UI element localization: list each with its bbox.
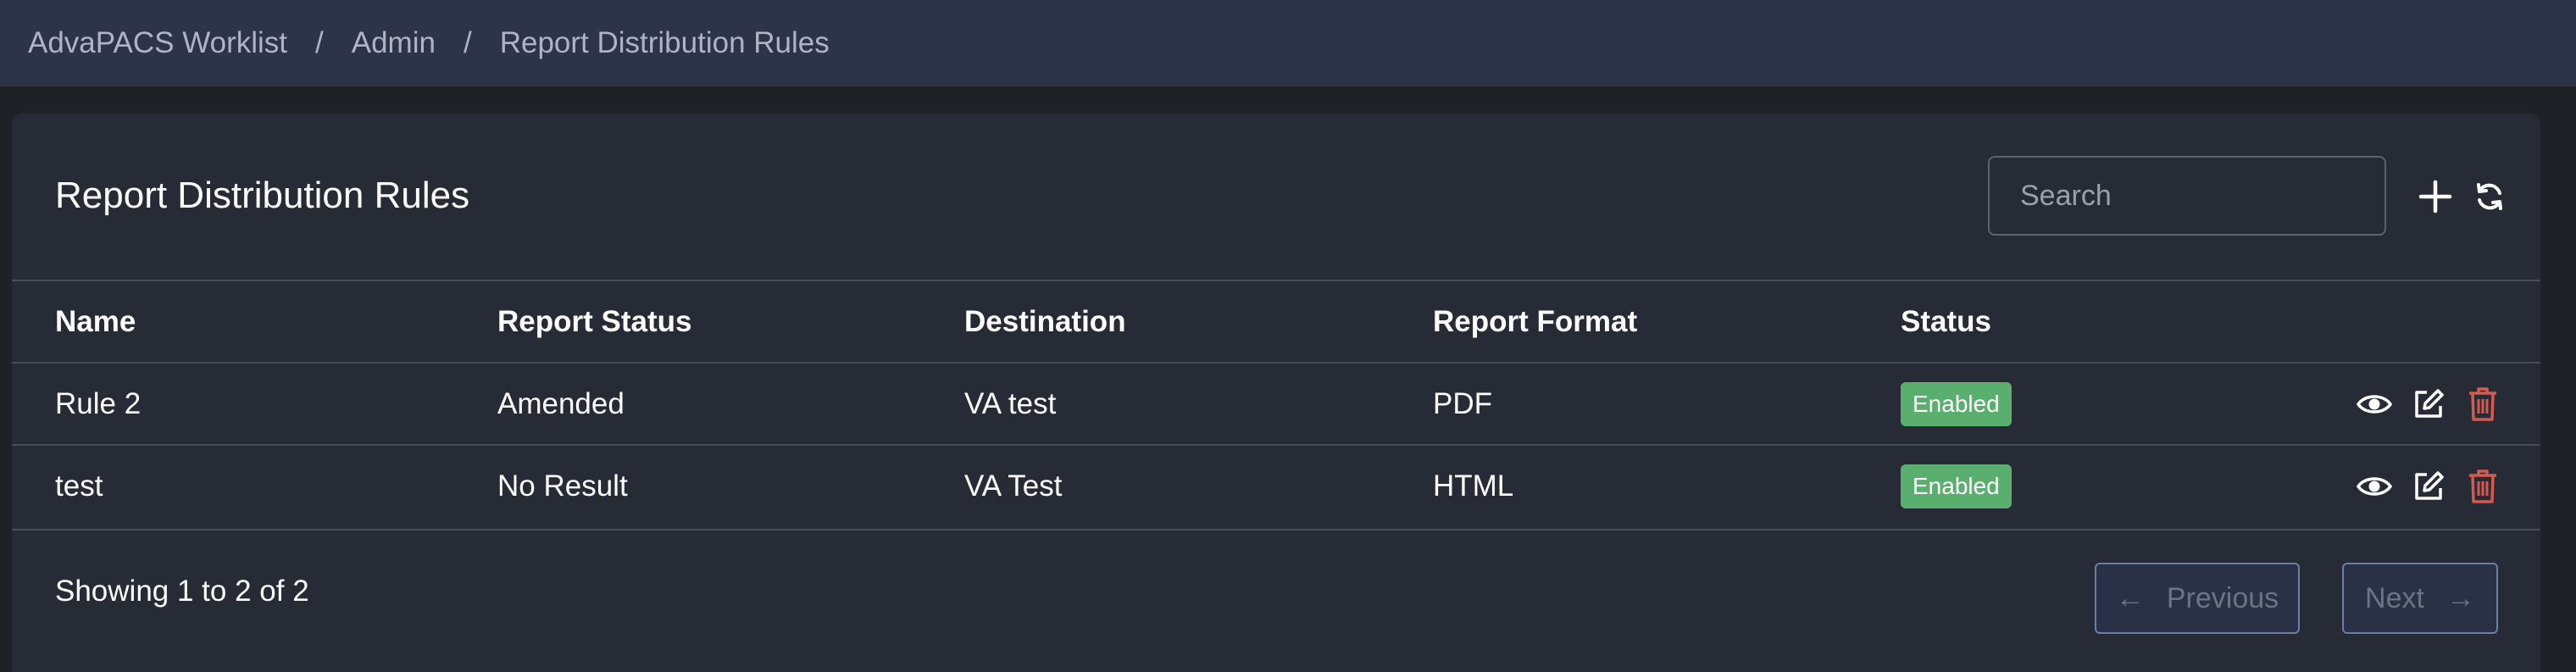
table-row[interactable]: Rule 2 Amended VA test PDF Enabled bbox=[12, 362, 2540, 444]
trash-icon bbox=[2469, 387, 2496, 421]
refresh-icon bbox=[2477, 183, 2502, 210]
trash-icon bbox=[2469, 469, 2496, 503]
arrow-right-icon: → bbox=[2446, 581, 2475, 614]
edit-icon bbox=[2415, 471, 2444, 500]
rule-name: test bbox=[55, 469, 103, 503]
view-button[interactable] bbox=[2351, 380, 2398, 428]
status-badge: Enabled bbox=[1901, 464, 2012, 508]
table-footer: Showing 1 to 2 of 2 ← Previous Next → bbox=[12, 529, 2540, 672]
delete-button[interactable] bbox=[2459, 463, 2507, 510]
rule-name: Rule 2 bbox=[55, 386, 142, 420]
previous-page-button[interactable]: ← Previous bbox=[2095, 563, 2300, 634]
breadcrumb-separator: / bbox=[315, 26, 324, 59]
table-header-row: Name Report Status Destination Report Fo… bbox=[12, 280, 2540, 362]
eye-icon bbox=[2357, 395, 2392, 414]
view-button[interactable] bbox=[2351, 463, 2398, 510]
delete-button[interactable] bbox=[2459, 380, 2507, 428]
row-actions bbox=[2351, 364, 2520, 444]
add-rule-button[interactable] bbox=[2412, 173, 2459, 220]
column-header-report-format[interactable]: Report Format bbox=[1433, 281, 1637, 362]
arrow-left-icon: ← bbox=[2115, 581, 2145, 614]
rule-report-format: PDF bbox=[1433, 386, 1492, 420]
edit-button[interactable] bbox=[2405, 463, 2452, 510]
page-title: Report Distribution Rules bbox=[55, 175, 470, 216]
breadcrumb: AdvaPACS Worklist / Admin / Report Distr… bbox=[0, 0, 2576, 86]
table-row[interactable]: test No Result VA Test HTML Enabled bbox=[12, 444, 2540, 526]
column-header-name[interactable]: Name bbox=[55, 281, 136, 362]
column-header-destination[interactable]: Destination bbox=[964, 281, 1126, 362]
card-header: Report Distribution Rules bbox=[12, 114, 2540, 280]
search-input[interactable] bbox=[1988, 156, 2386, 236]
column-header-report-status[interactable]: Report Status bbox=[497, 281, 691, 362]
plus-icon bbox=[2418, 180, 2452, 214]
refresh-button[interactable] bbox=[2466, 173, 2513, 220]
status-badge: Enabled bbox=[1901, 381, 2012, 426]
rule-status-cell: Enabled bbox=[1901, 364, 2012, 444]
rule-report-status: No Result bbox=[497, 469, 628, 503]
eye-icon bbox=[2357, 477, 2392, 496]
breadcrumb-current: Report Distribution Rules bbox=[499, 26, 830, 59]
rules-table: Name Report Status Destination Report Fo… bbox=[12, 280, 2540, 526]
edit-icon bbox=[2415, 389, 2444, 418]
edit-button[interactable] bbox=[2405, 380, 2452, 428]
breadcrumb-worklist[interactable]: AdvaPACS Worklist bbox=[28, 26, 287, 60]
column-header-status[interactable]: Status bbox=[1901, 281, 1991, 362]
next-page-button[interactable]: Next → bbox=[2342, 563, 2498, 634]
breadcrumb-separator: / bbox=[463, 26, 472, 59]
rules-card: Report Distribution Rules Name Report St… bbox=[12, 114, 2540, 672]
next-label: Next bbox=[2365, 581, 2424, 614]
previous-label: Previous bbox=[2166, 581, 2279, 614]
rule-report-format: HTML bbox=[1433, 469, 1514, 503]
row-actions bbox=[2351, 446, 2520, 526]
rule-report-status: Amended bbox=[497, 386, 625, 420]
breadcrumb-admin[interactable]: Admin bbox=[352, 26, 436, 60]
pagination-summary: Showing 1 to 2 of 2 bbox=[55, 575, 309, 608]
rule-status-cell: Enabled bbox=[1901, 446, 2012, 526]
rule-destination: VA Test bbox=[964, 469, 1063, 503]
rule-destination: VA test bbox=[964, 386, 1057, 420]
